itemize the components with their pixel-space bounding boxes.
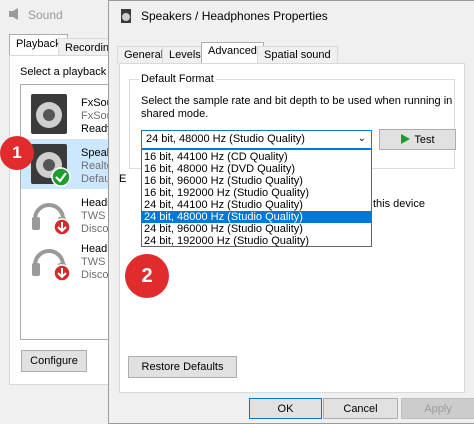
ok-button[interactable]: OK [249,398,322,419]
sound-window-title: Sound [28,8,63,22]
format-option-selected[interactable]: 24 bit, 48000 Hz (Studio Quality) [142,211,371,223]
exclusive-mode-letter: E [119,173,127,185]
speaker-icon [31,94,67,134]
default-format-label: Default Format [139,73,216,85]
tab-advanced[interactable]: Advanced [201,42,264,64]
sound-window-icon [9,8,18,20]
test-button[interactable]: Test [379,129,456,150]
format-option[interactable]: 16 bit, 48000 Hz (DVD Quality) [142,163,371,175]
format-option[interactable]: 16 bit, 44100 Hz (CD Quality) [142,151,371,163]
step-badge-1: 1 [0,136,34,170]
headphones-icon [32,249,71,282]
format-description: Select the sample rate and bit depth to … [141,95,453,120]
exclusive-mode-text: this device [373,198,425,210]
format-option[interactable]: 16 bit, 96000 Hz (Studio Quality) [142,175,371,187]
playback-instruction: Select a playback d [20,66,116,78]
speaker-icon [31,144,71,187]
format-select-value: 24 bit, 48000 Hz (Studio Quality) [146,133,305,145]
test-button-label: Test [414,134,435,146]
format-dropdown-list[interactable]: 16 bit, 44100 Hz (CD Quality) 16 bit, 48… [141,149,372,247]
format-option[interactable]: 16 bit, 192000 Hz (Studio Quality) [142,187,371,199]
format-option[interactable]: 24 bit, 44100 Hz (Studio Quality) [142,199,371,211]
configure-button[interactable]: Configure [21,350,87,372]
format-select[interactable]: 24 bit, 48000 Hz (Studio Quality) ⌄ [141,130,372,149]
format-option[interactable]: 24 bit, 192000 Hz (Studio Quality) [142,235,371,247]
device-status: Defau [81,173,111,185]
properties-dialog: Speakers / Headphones Properties General… [108,0,474,424]
device-status: Disco [81,269,109,281]
cancel-button[interactable]: Cancel [323,398,398,419]
speaker-title-icon [121,9,131,23]
restore-defaults-button[interactable]: Restore Defaults [128,356,237,378]
chevron-down-icon: ⌄ [357,133,366,144]
dialog-title: Speakers / Headphones Properties [141,9,328,23]
format-option[interactable]: 24 bit, 96000 Hz (Studio Quality) [142,223,371,235]
apply-button[interactable]: Apply [401,398,474,419]
step-badge-2: 2 [125,254,169,298]
play-icon [401,134,411,144]
headphones-icon [32,203,71,236]
tab-spatial-sound[interactable]: Spatial sound [257,46,338,64]
device-status: Disco [81,223,109,235]
